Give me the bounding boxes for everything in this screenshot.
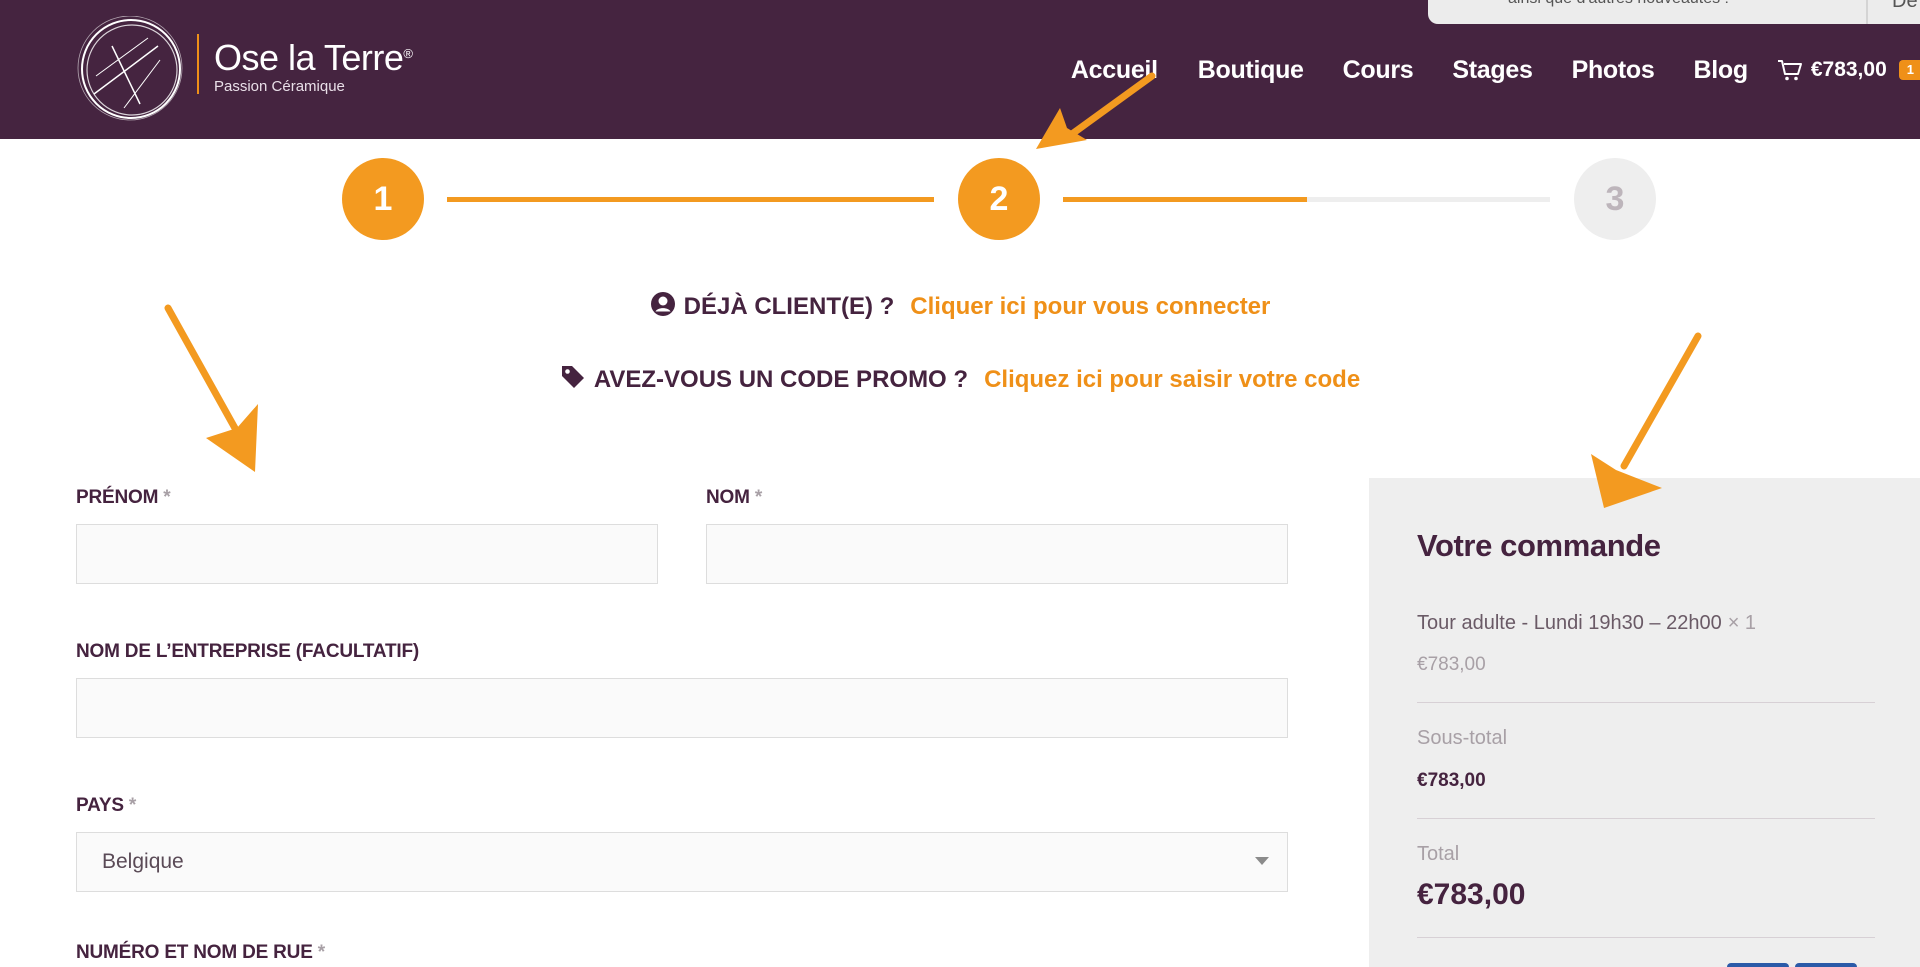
last-name-input[interactable] (706, 524, 1288, 584)
first-name-label: PRÉNOM * (76, 487, 171, 508)
cart-button[interactable]: €783,00 1 (1777, 58, 1920, 82)
checkout-steps: 1 2 3 (0, 158, 1920, 240)
promo-link[interactable]: Cliquez ici pour saisir votre code (984, 366, 1360, 393)
country-label: PAYS * (76, 795, 137, 816)
order-item-price: €783,00 (1417, 654, 1486, 675)
payment-method-button[interactable] (1795, 963, 1857, 967)
order-item-qty: × 1 (1727, 612, 1757, 634)
popup-button[interactable]: De (1892, 0, 1918, 13)
total-value: €783,00 (1417, 878, 1526, 911)
order-title: Votre commande (1417, 528, 1661, 563)
cart-icon (1777, 60, 1802, 81)
country-select[interactable]: Belgique (76, 832, 1288, 892)
street-label: NUMÉRO ET NOM DE RUE * (76, 942, 325, 963)
nav-photos[interactable]: Photos (1572, 56, 1655, 85)
logo-icon[interactable] (76, 16, 186, 122)
tag-icon (561, 366, 584, 388)
total-label: Total (1417, 843, 1460, 865)
nav-accueil[interactable]: Accueil (1071, 56, 1158, 85)
chevron-down-icon (1255, 857, 1269, 865)
step-connector-2 (1063, 197, 1550, 202)
newsletter-popup: ainsi que d'autres nouveautés ! De (1428, 0, 1920, 24)
main-nav: Accueil Boutique Cours Stages Photos Blo… (1071, 52, 1920, 88)
order-divider (1417, 818, 1875, 819)
step-2[interactable]: 2 (958, 158, 1040, 240)
popup-divider (1866, 0, 1868, 24)
promo-notice: AVEZ-VOUS UN CODE PROMO ? Cliquez ici pou… (0, 364, 1920, 394)
cart-count-badge: 1 (1898, 60, 1920, 80)
company-input[interactable] (76, 678, 1288, 738)
subtotal-label: Sous-total (1417, 727, 1508, 749)
nav-stages[interactable]: Stages (1452, 56, 1532, 85)
order-item-name: Tour adulte - Lundi 19h30 – 22h00 × 1 (1417, 612, 1757, 634)
country-value: Belgique (102, 850, 184, 873)
nav-blog[interactable]: Blog (1694, 56, 1749, 85)
logo-text[interactable]: Ose la Terre® Passion Céramique (214, 38, 413, 96)
login-notice: DÉJÀ CLIENT(E) ? Cliquer ici pour vous co… (0, 291, 1920, 321)
subtotal-value: €783,00 (1417, 770, 1486, 791)
order-divider (1417, 702, 1875, 703)
nav-boutique[interactable]: Boutique (1198, 56, 1304, 85)
cart-total: €783,00 (1810, 58, 1887, 81)
last-name-label: NOM * (706, 487, 763, 508)
payment-method-button[interactable] (1727, 963, 1789, 967)
company-label: NOM DE L’ENTREPRISE (FACULTATIF) (76, 641, 419, 662)
order-divider (1417, 937, 1875, 938)
order-summary: Votre commande Tour adulte - Lundi 19h30… (1369, 478, 1920, 967)
popup-text: ainsi que d'autres nouveautés ! (1508, 0, 1729, 8)
login-label: DÉJÀ CLIENT(E) ? (683, 293, 895, 320)
logo-tagline: Passion Céramique (214, 78, 345, 95)
first-name-input[interactable] (76, 524, 658, 584)
step-connector-1 (447, 197, 934, 202)
step-3[interactable]: 3 (1574, 158, 1656, 240)
step-1[interactable]: 1 (342, 158, 424, 240)
logo-name: Ose la Terre® (214, 37, 413, 78)
login-link[interactable]: Cliquer ici pour vous connecter (910, 293, 1270, 320)
promo-label: AVEZ-VOUS UN CODE PROMO ? (593, 366, 969, 393)
nav-cours[interactable]: Cours (1343, 56, 1414, 85)
logo-divider (197, 34, 199, 94)
user-circle-icon (650, 292, 675, 316)
